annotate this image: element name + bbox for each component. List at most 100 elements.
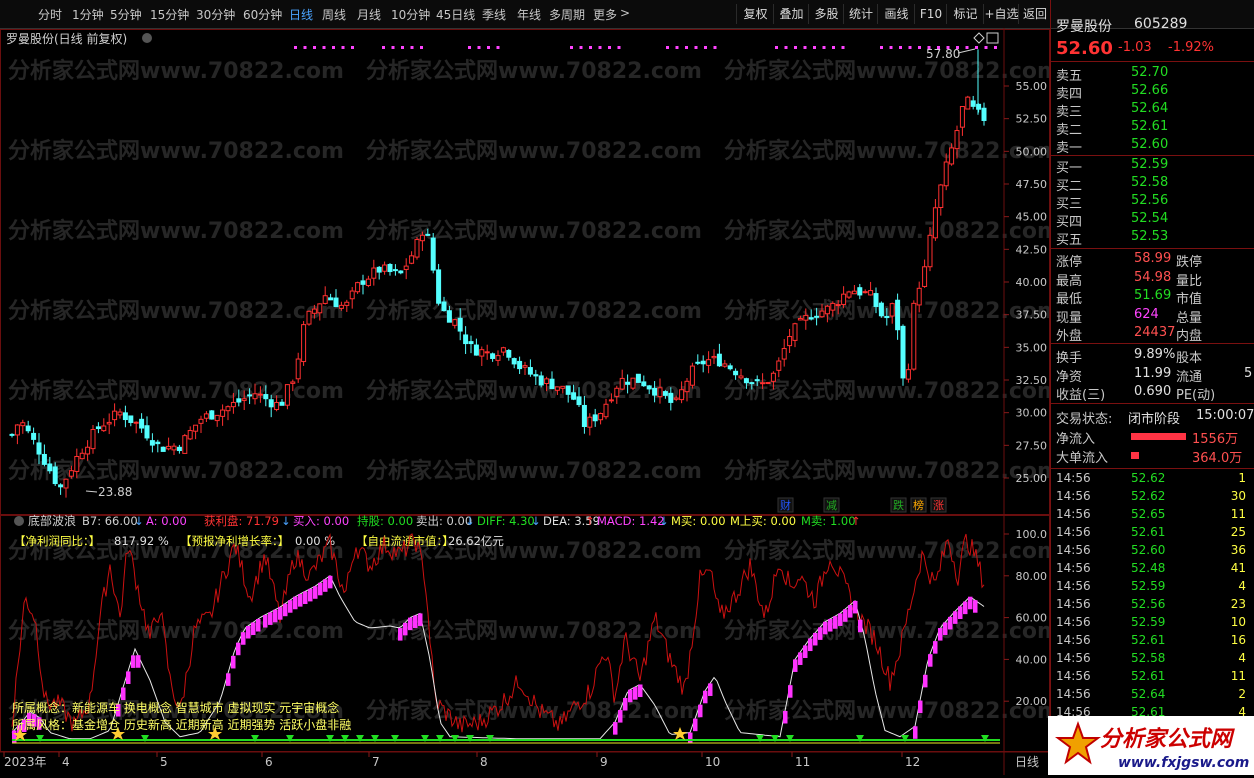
tick-time: 14:56	[1056, 633, 1091, 647]
candle	[517, 356, 523, 375]
event-tag-label[interactable]: 财	[780, 498, 791, 512]
event-tag[interactable]: 财	[777, 497, 794, 513]
candle	[144, 416, 150, 441]
wave-bar	[398, 628, 403, 641]
period-tab[interactable]: 30分钟	[196, 6, 235, 23]
kline-chart[interactable]: 分析家公式网www.70822.com 分析家公式网www.70822.com 分析…	[0, 28, 1060, 775]
event-tag[interactable]: 跌	[890, 497, 907, 513]
stat-label: 跌停	[1176, 255, 1203, 270]
candle	[198, 415, 204, 434]
tick-volume: 25	[1230, 525, 1246, 539]
period-tab[interactable]: 多周期	[549, 6, 585, 23]
candle	[155, 439, 161, 453]
stat-label: 市值	[1176, 292, 1203, 307]
trade-status-label: 交易状态:	[1056, 412, 1113, 427]
chevron-right-icon[interactable]: >	[620, 6, 630, 20]
period-tab[interactable]: 分时	[38, 6, 62, 23]
chevron-down-icon[interactable]	[142, 33, 152, 43]
event-tag[interactable]: 涨	[930, 497, 947, 513]
signal-dot	[477, 46, 481, 49]
candle	[841, 286, 847, 309]
period-tab[interactable]: 60分钟	[243, 6, 282, 23]
tick-row: 14:56 52.56 23	[1056, 597, 1251, 615]
signal-dot	[294, 46, 297, 49]
candle	[700, 355, 706, 373]
toolbar-button[interactable]: +自选	[983, 4, 1019, 24]
separator	[1051, 155, 1254, 156]
chevron-down-icon[interactable]	[14, 516, 24, 526]
period-tab[interactable]: 月线	[357, 6, 381, 23]
toolbar-button[interactable]: 画线	[877, 4, 915, 24]
toolbar-button[interactable]: 多股	[808, 4, 844, 24]
wave-bar	[136, 655, 141, 668]
info-value: 26.62亿元	[448, 534, 504, 548]
wave-bar	[963, 601, 968, 615]
event-tag-label[interactable]: 榜	[913, 498, 924, 512]
tick-row: 14:56 52.61 16	[1056, 633, 1251, 651]
quote-row: 买三 52.56	[1056, 193, 1251, 212]
period-tab[interactable]: 10分钟	[391, 6, 430, 23]
period-tab[interactable]: 5分钟	[110, 6, 142, 23]
indicator-value: DIFF: 4.30	[477, 514, 535, 528]
wave-bar	[303, 591, 308, 605]
indicator-value: M上买: 0.00	[730, 514, 796, 528]
stock-name: 罗曼股份	[1056, 19, 1112, 35]
diamond-icon[interactable]	[973, 32, 985, 44]
period-tab[interactable]: 1分钟	[72, 6, 104, 23]
wave-bar	[613, 722, 618, 735]
ask-label: 卖三	[1056, 105, 1083, 120]
wave-bar	[818, 627, 823, 640]
event-tag[interactable]: 减	[823, 497, 840, 513]
stat-label: 净资	[1056, 369, 1083, 385]
event-tag-label[interactable]: 跌	[893, 498, 904, 512]
signal-dot	[579, 46, 583, 49]
bid-price: 52.54	[1131, 211, 1169, 226]
tick-price: 52.58	[1131, 651, 1166, 665]
tick-price: 52.56	[1131, 597, 1166, 611]
toolbar-button[interactable]: 统计	[843, 4, 878, 24]
signal-dot	[841, 46, 845, 49]
period-tab[interactable]: 季线	[482, 6, 506, 23]
bid-label: 买五	[1056, 233, 1083, 248]
period-tab[interactable]: 45日线	[436, 6, 475, 23]
event-tag-label[interactable]: 减	[826, 499, 837, 512]
toolbar-button[interactable]: 叠加	[773, 4, 809, 24]
watermark-text: 分析家公式网www.70822.com	[366, 138, 702, 164]
watermark-text: 分析家公式网www.70822.com	[366, 298, 702, 324]
wave-bar	[958, 606, 963, 619]
toolbar-button[interactable]: 复权	[736, 4, 774, 24]
period-tab[interactable]: 日线	[289, 6, 313, 23]
candle	[149, 433, 155, 453]
toolbar-button[interactable]: 返回	[1018, 4, 1051, 24]
wave-bar	[263, 614, 268, 628]
ask-label: 卖四	[1056, 87, 1083, 102]
signal-dot	[496, 46, 500, 49]
bid-label: 买三	[1056, 197, 1083, 212]
wave-bar	[698, 704, 703, 718]
stat-label: 总量	[1176, 310, 1203, 326]
wave-bar	[928, 654, 933, 667]
toolbar-button[interactable]: F10	[914, 4, 947, 24]
stock-code: 605289	[1134, 16, 1188, 32]
window-icon[interactable]	[986, 32, 999, 44]
watermark-text: 分析家公式网www.70822.com	[724, 58, 1050, 84]
tick-price: 52.64	[1131, 687, 1166, 701]
period-tab[interactable]: 更多	[593, 6, 617, 23]
chart-area[interactable]: 分析家公式网www.70822.com 分析家公式网www.70822.com 分析…	[0, 28, 1060, 775]
logo-star-icon	[1055, 721, 1101, 765]
period-tab[interactable]: 15分钟	[150, 6, 189, 23]
period-label[interactable]: 日线	[1015, 755, 1039, 769]
candle	[468, 335, 474, 354]
event-tag[interactable]: 榜	[910, 497, 927, 513]
separator	[1051, 61, 1254, 62]
bid-price: 52.59	[1131, 157, 1169, 172]
wave-bar	[241, 632, 246, 645]
concept-text: 所属概念：新能源车 换电概念 智慧城市 虚拟现实 元宇宙概念	[12, 700, 339, 715]
period-tab[interactable]: 年线	[517, 6, 541, 23]
separator	[1051, 248, 1254, 249]
toolbar-button[interactable]: 标记	[946, 4, 984, 24]
stat-label: 股本	[1176, 351, 1203, 366]
event-tag-label[interactable]: 涨	[933, 499, 944, 512]
tick-price: 52.60	[1131, 543, 1166, 557]
period-tab[interactable]: 周线	[322, 6, 346, 23]
